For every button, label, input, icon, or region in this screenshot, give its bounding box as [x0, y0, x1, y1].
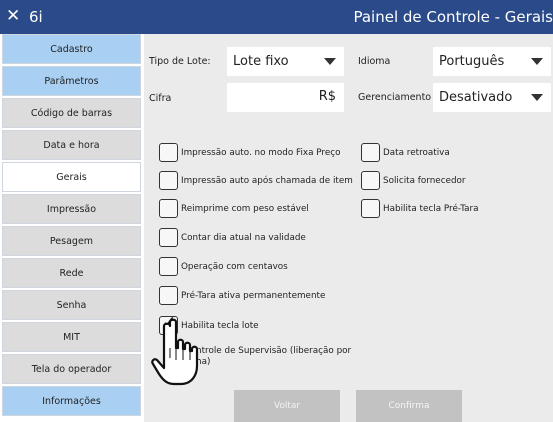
sidebar-item-data-e-hora[interactable]: Data e hora — [2, 130, 141, 160]
checkbox-reimprime-peso-estavel[interactable]: Reimprime com peso estável — [159, 199, 309, 218]
sidebar-item-label: MIT — [63, 331, 80, 343]
checkbox-contar-dia-atual[interactable]: Contar dia atual na validade — [159, 228, 306, 247]
checkbox-label-line2: ha) — [196, 357, 211, 367]
hand-pointer-icon — [151, 318, 199, 386]
checkbox-box[interactable] — [159, 286, 178, 305]
settings-panel: Tipo de Lote: Lote fixo Idioma Português… — [144, 34, 553, 422]
sidebar-item-senha[interactable]: Senha — [2, 290, 141, 320]
checkbox-box[interactable] — [361, 199, 380, 218]
checkbox-label: Operação com centavos — [181, 261, 288, 272]
sidebar-item-rede[interactable]: Rede — [2, 258, 141, 288]
dropdown-arrow-icon — [531, 58, 543, 65]
idioma-value: Português — [439, 54, 505, 69]
sidebar-item-label: Código de barras — [30, 107, 113, 119]
sidebar-item-label: Informações — [42, 395, 101, 407]
checkbox-impressao-chamada-item[interactable]: Impressão auto após chamada de item — [159, 171, 353, 190]
sidebar-item-label: Rede — [59, 267, 84, 279]
checkbox-box[interactable] — [159, 143, 178, 162]
tipo-lote-select[interactable]: Lote fixo — [227, 47, 344, 76]
checkbox-label: Habilita tecla Pré-Tara — [383, 203, 479, 214]
sidebar-item-tela-do-operador[interactable]: Tela do operador — [2, 354, 141, 384]
checkbox-label: ntrole de Supervisão (liberação por — [196, 346, 352, 356]
cifra-label: Cifra — [149, 93, 172, 104]
gerenciamento-label: Gerenciamento — [358, 92, 432, 103]
sidebar-item-label: Parâmetros — [44, 75, 99, 87]
checkbox-box[interactable] — [361, 143, 380, 162]
gerenciamento-value: Desativado — [439, 90, 513, 105]
sidebar-item-label: Cadastro — [50, 43, 93, 55]
sidebar-item-label: Senha — [56, 299, 87, 311]
cifra-input[interactable]: R$ — [227, 83, 344, 112]
checkbox-label: Solicita fornecedor — [383, 175, 466, 186]
checkbox-label: Impressão auto após chamada de item — [181, 175, 353, 186]
back-button[interactable]: Voltar — [234, 390, 340, 422]
sidebar-item-informacoes[interactable]: Informações — [2, 386, 141, 416]
checkbox-data-retroativa[interactable]: Data retroativa — [361, 143, 450, 162]
sidebar-item-parametros[interactable]: Parâmetros — [2, 66, 141, 96]
dropdown-arrow-icon — [531, 94, 543, 101]
checkbox-box[interactable] — [159, 199, 178, 218]
checkbox-solicita-fornecedor[interactable]: Solicita fornecedor — [361, 171, 466, 190]
sidebar-item-label: Tela do operador — [31, 363, 112, 375]
tipo-lote-value: Lote fixo — [233, 54, 289, 69]
sidebar-item-label: Gerais — [56, 171, 87, 183]
checkbox-label: Pré-Tara ativa permanentemente — [181, 290, 326, 301]
window-title: Painel de Controle - Gerais — [353, 8, 553, 26]
sidebar-item-impressao[interactable]: Impressão — [2, 194, 141, 224]
tipo-lote-label: Tipo de Lote: — [149, 56, 211, 67]
sidebar-item-gerais[interactable]: Gerais — [2, 162, 141, 192]
app-name: 6i — [29, 8, 43, 26]
checkbox-pre-tara-permanente[interactable]: Pré-Tara ativa permanentemente — [159, 286, 325, 305]
dropdown-arrow-icon — [324, 58, 336, 65]
checkbox-label: Contar dia atual na validade — [181, 232, 306, 243]
sidebar-item-label: Pesagem — [49, 235, 94, 247]
checkbox-box[interactable] — [361, 171, 380, 190]
sidebar-item-label: Data e hora — [43, 139, 100, 151]
checkbox-box[interactable] — [159, 228, 178, 247]
checkbox-box[interactable] — [159, 171, 178, 190]
checkbox-controle-supervisao[interactable]: ntrole de Supervisão (liberação por ha) — [196, 346, 351, 368]
idioma-label: Idioma — [358, 56, 391, 67]
checkbox-operacao-centavos[interactable]: Operação com centavos — [159, 257, 288, 276]
checkbox-label: Reimprime com peso estável — [181, 203, 309, 214]
checkbox-habilita-tecla-pre-tara[interactable]: Habilita tecla Pré-Tara — [361, 199, 479, 218]
sidebar-item-mit[interactable]: MIT — [2, 322, 141, 352]
confirm-button[interactable]: Confirma — [356, 390, 462, 422]
sidebar: Cadastro Parâmetros Código de barras Dat… — [0, 34, 144, 422]
close-icon[interactable]: ✕ — [6, 5, 20, 27]
sidebar-item-codigo-de-barras[interactable]: Código de barras — [2, 98, 141, 128]
gerenciamento-select[interactable]: Desativado — [433, 83, 551, 112]
title-bar: ✕ 6i Painel de Controle - Gerais — [0, 0, 553, 34]
checkbox-label: Data retroativa — [383, 147, 450, 158]
sidebar-item-label: Impressão — [46, 203, 97, 215]
sidebar-item-pesagem[interactable]: Pesagem — [2, 226, 141, 256]
sidebar-item-cadastro[interactable]: Cadastro — [2, 34, 141, 64]
idioma-select[interactable]: Português — [433, 47, 551, 76]
cifra-value: R$ — [318, 89, 336, 104]
checkbox-impressao-fixa-preco[interactable]: Impressão auto. no modo Fixa Preço — [159, 143, 340, 162]
checkbox-box[interactable] — [159, 257, 178, 276]
checkbox-label: Impressão auto. no modo Fixa Preço — [181, 147, 341, 158]
